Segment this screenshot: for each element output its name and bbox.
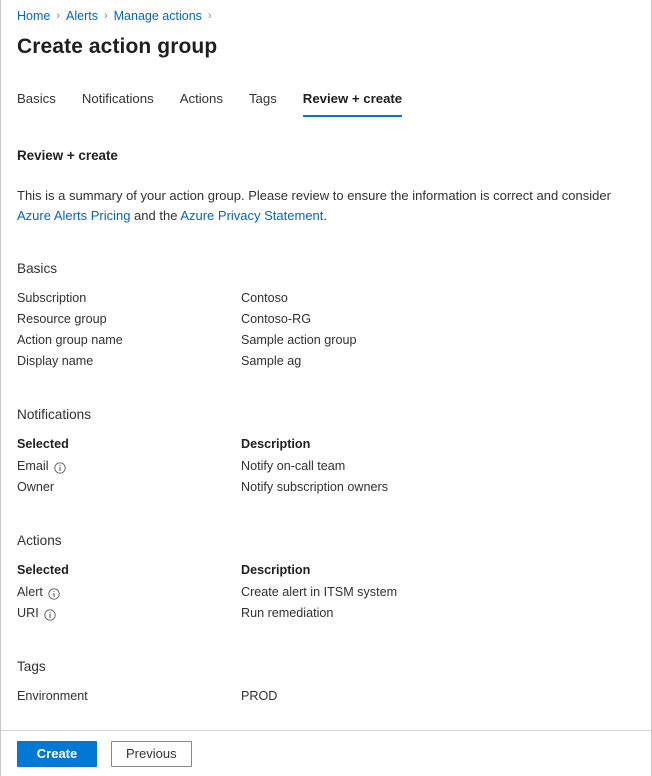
row-label: Resource group (17, 309, 241, 330)
group-heading-tags: Tags (17, 658, 635, 676)
summary-description: This is a summary of your action group. … (17, 186, 625, 226)
column-header-selected: Selected (17, 434, 241, 456)
intro-text-part2: and the (130, 208, 180, 223)
create-action-group-blade: Home › Alerts › Manage actions › Create actio… (0, 0, 652, 776)
row-value: Notify subscription owners (241, 477, 635, 498)
row-value: Contoso (241, 288, 635, 309)
tab-review-create[interactable]: Review + create (303, 90, 402, 117)
table-row: OwnerNotify subscription owners (17, 477, 635, 498)
info-icon[interactable] (48, 588, 60, 600)
row-value: Sample ag (241, 351, 635, 372)
row-label-text: URI (17, 605, 39, 622)
row-label: Environment (17, 686, 241, 707)
breadcrumb-item-home[interactable]: Home (17, 8, 50, 24)
column-header-description: Description (241, 560, 635, 582)
intro-text-part1: This is a summary of your action group. … (17, 188, 611, 203)
azure-privacy-statement-link[interactable]: Azure Privacy Statement (180, 208, 323, 223)
create-button[interactable]: Create (17, 741, 97, 767)
row-label: URI (17, 603, 241, 624)
tab-tags[interactable]: Tags (249, 90, 277, 117)
row-value: Run remediation (241, 603, 635, 624)
info-icon[interactable] (44, 609, 56, 621)
wizard-tabs: Basics Notifications Actions Tags Review + c… (17, 87, 635, 117)
chevron-right-icon: › (56, 8, 60, 24)
group-heading-actions: Actions (17, 532, 635, 550)
group-heading-notifications: Notifications (17, 406, 635, 424)
row-label-wrap: Alert (17, 584, 60, 601)
row-label: Email (17, 456, 241, 477)
section-title: Review + create (17, 147, 635, 165)
row-value: Sample action group (241, 330, 635, 351)
row-label-text: Email (17, 458, 49, 475)
breadcrumb-item-alerts[interactable]: Alerts (66, 8, 98, 24)
tab-notifications[interactable]: Notifications (82, 90, 154, 117)
table-row: SubscriptionContoso (17, 288, 635, 309)
row-label: Action group name (17, 330, 241, 351)
blade-footer: Create Previous (1, 730, 651, 776)
tags-table: EnvironmentPROD (17, 686, 635, 707)
group-heading-basics: Basics (17, 260, 635, 278)
tab-actions[interactable]: Actions (180, 90, 223, 117)
info-icon[interactable] (54, 462, 66, 474)
actions-table: SelectedDescription Alert Create alert in … (17, 560, 635, 624)
basics-table: SubscriptionContosoResource groupContoso… (17, 288, 635, 372)
table-row: Resource groupContoso-RG (17, 309, 635, 330)
table-row: Alert Create alert in ITSM system (17, 582, 635, 603)
row-label-wrap: URI (17, 605, 56, 622)
table-row: URI Run remediation (17, 603, 635, 624)
row-label-text: Alert (17, 584, 43, 601)
table-row: Action group nameSample action group (17, 330, 635, 351)
column-header-selected: Selected (17, 560, 241, 582)
row-label: Subscription (17, 288, 241, 309)
notifications-table: SelectedDescription Email Notify on-call t… (17, 434, 635, 498)
azure-alerts-pricing-link[interactable]: Azure Alerts Pricing (17, 208, 130, 223)
blade-content-scroll: Home › Alerts › Manage actions › Create actio… (1, 0, 651, 730)
row-label: Owner (17, 477, 241, 498)
row-value: Notify on-call team (241, 456, 635, 477)
table-header-row: SelectedDescription (17, 560, 635, 582)
row-value: PROD (241, 686, 635, 707)
row-label: Alert (17, 582, 241, 603)
table-row: EnvironmentPROD (17, 686, 635, 707)
intro-text-part3: . (323, 208, 327, 223)
table-row: Email Notify on-call team (17, 456, 635, 477)
tab-basics[interactable]: Basics (17, 90, 56, 117)
previous-button[interactable]: Previous (111, 741, 192, 767)
breadcrumb-item-manage-actions[interactable]: Manage actions (114, 8, 202, 24)
chevron-right-icon: › (208, 8, 212, 24)
breadcrumb: Home › Alerts › Manage actions › (17, 0, 635, 24)
chevron-right-icon: › (104, 8, 108, 24)
row-value: Contoso-RG (241, 309, 635, 330)
page-title: Create action group (17, 33, 635, 61)
row-label: Display name (17, 351, 241, 372)
table-row: Display nameSample ag (17, 351, 635, 372)
table-header-row: SelectedDescription (17, 434, 635, 456)
row-label-wrap: Email (17, 458, 66, 475)
row-value: Create alert in ITSM system (241, 582, 635, 603)
column-header-description: Description (241, 434, 635, 456)
